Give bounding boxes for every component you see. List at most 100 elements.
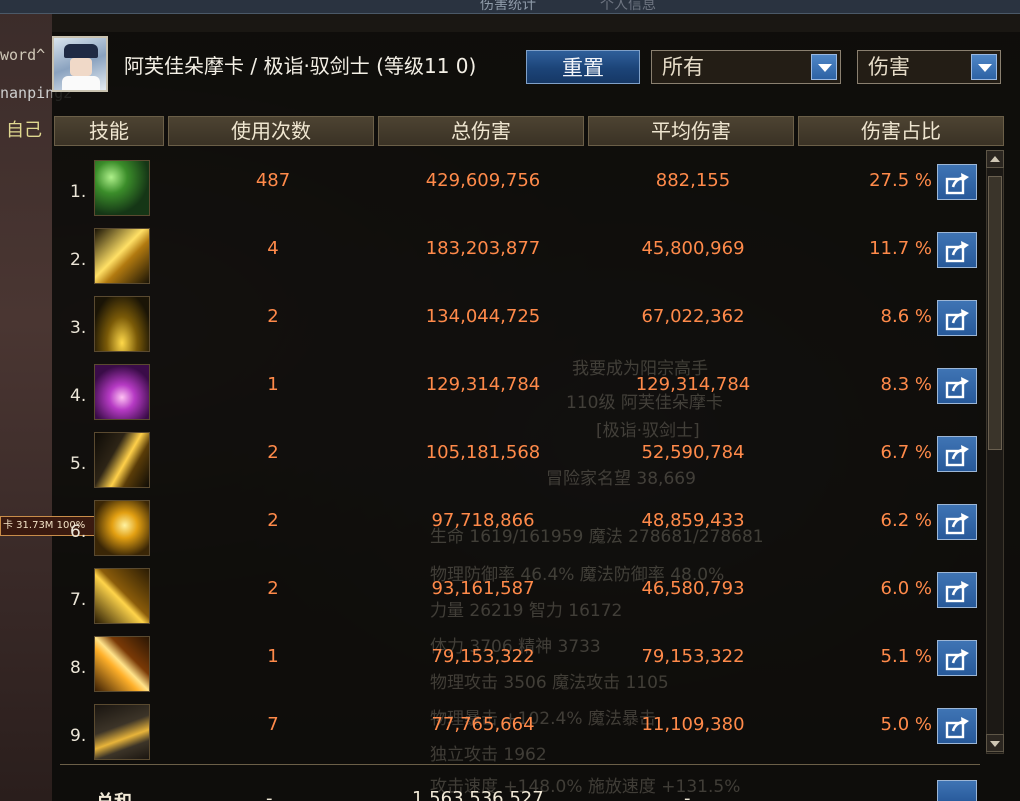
column-header-uses[interactable]: 使用次数 — [168, 116, 374, 146]
skill-dash-icon[interactable] — [94, 704, 150, 760]
row-total-damage: 93,161,587 — [431, 578, 535, 599]
share-button[interactable] — [937, 780, 977, 801]
totals-damage: 1,563,536,527 — [412, 788, 544, 801]
row-damage-share: 6.2 % — [880, 510, 932, 531]
share-icon — [945, 377, 969, 399]
column-header-damage-share[interactable]: 伤害占比 — [798, 116, 1004, 146]
row-total-damage: 77,765,664 — [431, 714, 535, 735]
column-header-average-damage[interactable]: 平均伤害 — [588, 116, 794, 146]
table-row[interactable]: 2. 4 183,203,877 45,800,969 11.7 % — [54, 216, 984, 284]
chat-line: word^ — [0, 46, 46, 64]
scroll-down-button[interactable] — [986, 734, 1004, 752]
table-row[interactable]: 3. 2 134,044,725 67,022,362 8.6 % — [54, 284, 984, 352]
row-average-damage: 882,155 — [655, 170, 731, 191]
player-avatar[interactable] — [52, 36, 108, 92]
skill-flame-sword-icon[interactable] — [94, 636, 150, 692]
window-title-bar: 伤害统计 个人信息 — [0, 0, 1020, 14]
row-rank: 9. — [70, 726, 87, 746]
metric-dropdown[interactable]: 伤害 — [857, 50, 1001, 84]
row-total-damage: 105,181,568 — [425, 442, 541, 463]
filter-dropdown-value: 所有 — [662, 55, 704, 79]
skill-golden-blade-icon[interactable] — [94, 568, 150, 624]
row-average-damage: 129,314,784 — [635, 374, 751, 395]
table-row[interactable]: 1. 487 429,609,756 882,155 27.5 % — [54, 148, 984, 216]
chevron-down-icon[interactable] — [971, 54, 997, 80]
table-row[interactable]: 5. 2 105,181,568 52,590,784 6.7 % — [54, 420, 984, 488]
share-icon — [945, 173, 969, 195]
row-uses: 2 — [267, 578, 279, 599]
row-uses: 1 — [267, 646, 279, 667]
row-total-damage: 97,718,866 — [431, 510, 535, 531]
filter-dropdown[interactable]: 所有 — [651, 50, 841, 84]
row-damage-share: 5.0 % — [880, 714, 932, 735]
player-name: 阿芙佳朵摩卡 / 极诣·驭剑士 (等级11 0) — [124, 54, 477, 78]
row-rank: 8. — [70, 658, 87, 678]
row-rank: 1. — [70, 182, 87, 202]
row-total-damage: 183,203,877 — [425, 238, 541, 259]
row-rank: 3. — [70, 318, 87, 338]
table-row[interactable]: 6. 2 97,718,866 48,859,433 6.2 % — [54, 488, 984, 556]
share-button[interactable] — [937, 504, 977, 540]
totals-divider — [60, 764, 980, 765]
share-button[interactable] — [937, 640, 977, 676]
row-average-damage: 48,859,433 — [641, 510, 745, 531]
share-icon — [945, 581, 969, 603]
skill-golden-burst-icon[interactable] — [94, 228, 150, 284]
row-damage-share: 27.5 % — [869, 170, 932, 191]
row-average-damage: 45,800,969 — [641, 238, 745, 259]
share-button[interactable] — [937, 436, 977, 472]
row-average-damage: 46,580,793 — [641, 578, 745, 599]
column-header-skill[interactable]: 技能 — [54, 116, 164, 146]
row-uses: 1 — [267, 374, 279, 395]
share-icon — [945, 717, 969, 739]
row-damage-share: 5.1 % — [880, 646, 932, 667]
skill-golden-flurry-icon[interactable] — [94, 500, 150, 556]
metric-dropdown-value: 伤害 — [868, 55, 910, 79]
share-button[interactable] — [937, 164, 977, 200]
row-damage-share: 6.0 % — [880, 578, 932, 599]
table-row[interactable]: 7. 2 93,161,587 46,580,793 6.0 % — [54, 556, 984, 624]
row-average-damage: 52,590,784 — [641, 442, 745, 463]
row-uses: 7 — [267, 714, 279, 735]
row-average-damage: 67,022,362 — [641, 306, 745, 327]
row-average-damage: 79,153,322 — [641, 646, 745, 667]
row-average-damage: 11,109,380 — [641, 714, 745, 735]
share-button[interactable] — [937, 232, 977, 268]
row-rank: 4. — [70, 386, 87, 406]
row-total-damage: 79,153,322 — [431, 646, 535, 667]
row-uses: 2 — [267, 442, 279, 463]
row-rank: 7. — [70, 590, 87, 610]
share-button[interactable] — [937, 300, 977, 336]
table-row[interactable]: 4. 1 129,314,784 129,314,784 8.3 % — [54, 352, 984, 420]
share-button[interactable] — [937, 708, 977, 744]
table-row[interactable]: 8. 1 79,153,322 79,153,322 5.1 % — [54, 624, 984, 692]
row-total-damage: 134,044,725 — [425, 306, 541, 327]
row-damage-share: 8.6 % — [880, 306, 932, 327]
window-title: 伤害统计 — [480, 0, 536, 13]
row-damage-share: 11.7 % — [869, 238, 932, 259]
table-row[interactable]: 9. 7 77,765,664 11,109,380 5.0 % — [54, 692, 984, 760]
skill-slash-icon[interactable] — [94, 432, 150, 488]
share-icon — [945, 513, 969, 535]
row-rank: 2. — [70, 250, 87, 270]
chat-line: 自己 — [6, 120, 42, 141]
column-header-total-damage[interactable]: 总伤害 — [378, 116, 584, 146]
chevron-down-icon[interactable] — [811, 54, 837, 80]
scrollbar-thumb[interactable] — [988, 176, 1002, 450]
totals-average: - — [684, 788, 691, 801]
share-button[interactable] — [937, 368, 977, 404]
row-rank: 5. — [70, 454, 87, 474]
share-icon — [945, 649, 969, 671]
row-rank: 6. — [70, 522, 87, 542]
row-total-damage: 429,609,756 — [425, 170, 541, 191]
row-total-damage: 129,314,784 — [425, 374, 541, 395]
skill-green-sword-icon[interactable] — [94, 160, 150, 216]
row-damage-share: 6.7 % — [880, 442, 932, 463]
share-icon — [945, 445, 969, 467]
scroll-up-button[interactable] — [986, 150, 1004, 168]
reset-button[interactable]: 重置 — [526, 50, 640, 84]
skill-golden-swords-icon[interactable] — [94, 296, 150, 352]
share-button[interactable] — [937, 572, 977, 608]
skill-purple-dancer-icon[interactable] — [94, 364, 150, 420]
share-icon — [945, 241, 969, 263]
